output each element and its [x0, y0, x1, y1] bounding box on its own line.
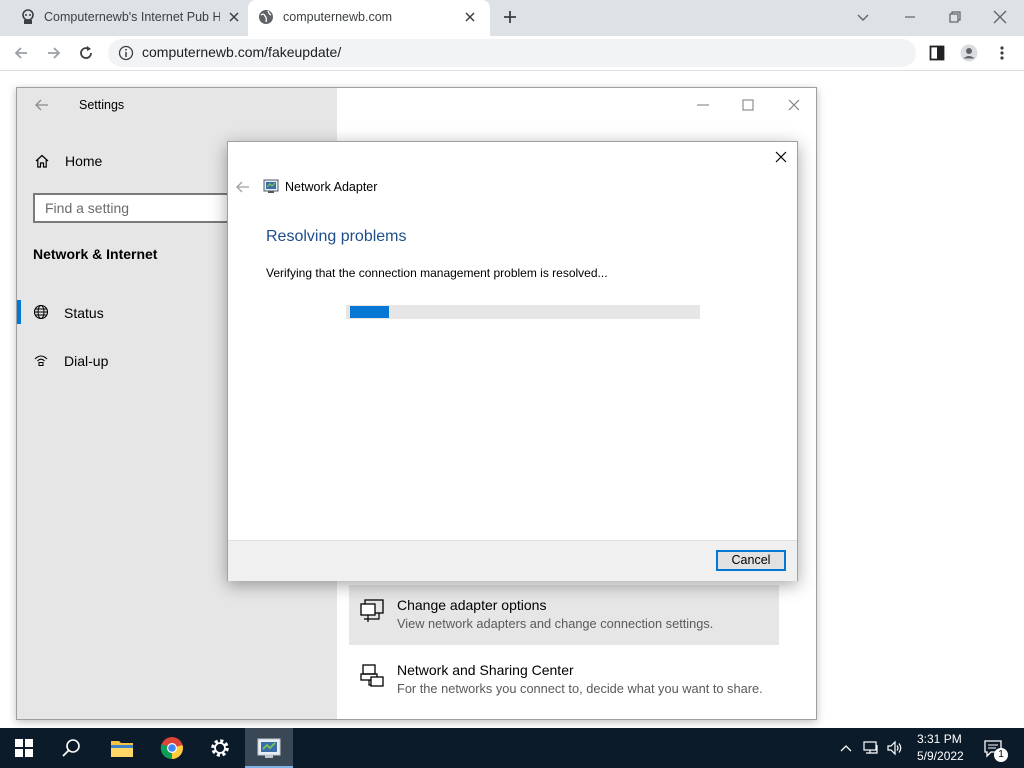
volume-icon[interactable] — [886, 739, 904, 757]
profile-avatar-icon[interactable] — [960, 44, 978, 62]
settings-title: Settings — [79, 98, 125, 112]
network-adapter-icon — [263, 178, 279, 194]
info-icon[interactable] — [118, 45, 134, 61]
section-title: Network & Internet — [33, 246, 158, 262]
maximize-icon[interactable] — [740, 97, 756, 113]
globe-icon — [33, 304, 49, 320]
sharing-icon — [359, 662, 387, 690]
close-window-icon[interactable] — [990, 7, 1010, 27]
gear-icon — [211, 739, 229, 757]
card-description: View network adapters and change connect… — [397, 616, 714, 631]
tab-internet-pub[interactable]: Computernewb's Internet Pub Ho — [8, 0, 248, 36]
search-placeholder: Find a setting — [45, 200, 130, 216]
restore-icon[interactable] — [945, 7, 965, 27]
close-window-icon[interactable] — [786, 97, 802, 113]
menu-icon[interactable] — [993, 44, 1011, 62]
minimize-icon[interactable] — [900, 7, 920, 27]
side-panel-icon[interactable] — [928, 44, 946, 62]
dialog-heading: Resolving problems — [266, 228, 407, 245]
close-icon[interactable] — [226, 9, 242, 25]
dialog-title: Network Adapter — [285, 180, 378, 194]
search-button[interactable] — [48, 728, 96, 768]
url-text[interactable]: computernewb.com/fakeupdate/ — [142, 44, 341, 60]
windows-logo-icon — [15, 739, 33, 757]
progress-fill — [350, 306, 389, 318]
back-icon[interactable] — [12, 44, 30, 62]
settings-button[interactable] — [196, 728, 244, 768]
taskbar: 3:31 PM 5/9/2022 1 — [0, 728, 1024, 768]
status-text: Verifying that the connection management… — [266, 266, 608, 280]
chevron-up-icon[interactable] — [838, 740, 854, 756]
home-icon — [34, 153, 50, 169]
search-icon — [62, 739, 80, 757]
clock-time[interactable]: 3:31 PM — [917, 732, 962, 746]
home-link[interactable]: Home — [65, 153, 102, 169]
dialog-footer — [228, 540, 797, 581]
folder-icon — [111, 741, 133, 757]
card-title: Change adapter options — [397, 597, 547, 613]
chevron-down-icon[interactable] — [853, 7, 873, 27]
close-icon[interactable] — [773, 149, 789, 165]
nav-item-status[interactable]: Status — [64, 305, 104, 321]
tab-title: Computernewb's Internet Pub Ho — [44, 10, 220, 24]
dialup-icon — [33, 352, 49, 368]
network-sharing-center-link[interactable]: Network and Sharing Center For the netwo… — [349, 650, 779, 710]
clock-date[interactable]: 5/9/2022 — [917, 749, 964, 763]
tab-strip: Computernewb's Internet Pub Ho computern… — [0, 0, 1024, 36]
new-tab-button[interactable] — [500, 7, 520, 27]
cancel-button[interactable]: Cancel — [716, 550, 786, 571]
pub-logo-icon — [20, 9, 36, 25]
reload-icon[interactable] — [77, 44, 95, 62]
network-adapter-icon — [257, 738, 281, 758]
change-adapter-options-link[interactable]: Change adapter options View network adap… — [349, 585, 779, 645]
tab-title: computernewb.com — [283, 10, 393, 24]
troubleshooter-button[interactable] — [245, 728, 293, 768]
progress-bar — [346, 305, 700, 319]
network-tray-icon[interactable] — [862, 739, 880, 757]
close-icon[interactable] — [462, 9, 478, 25]
back-arrow-icon[interactable] — [34, 97, 50, 113]
start-button[interactable] — [0, 728, 48, 768]
file-explorer-button[interactable] — [98, 728, 146, 768]
troubleshooter-dialog: Network Adapter Resolving problems Verif… — [227, 141, 798, 581]
adapter-icon — [359, 597, 387, 625]
selection-indicator — [17, 300, 21, 324]
chrome-button[interactable] — [148, 728, 196, 768]
nav-item-dialup[interactable]: Dial-up — [64, 353, 108, 369]
notification-badge: 1 — [994, 748, 1008, 762]
forward-icon[interactable] — [45, 44, 63, 62]
minimize-icon[interactable] — [695, 97, 711, 113]
back-arrow-icon[interactable] — [235, 179, 251, 195]
card-description: For the networks you connect to, decide … — [397, 681, 763, 696]
card-title: Network and Sharing Center — [397, 662, 574, 678]
globe-icon — [258, 9, 274, 25]
tab-computernewb[interactable]: computernewb.com — [248, 0, 490, 36]
chrome-icon — [160, 737, 183, 760]
